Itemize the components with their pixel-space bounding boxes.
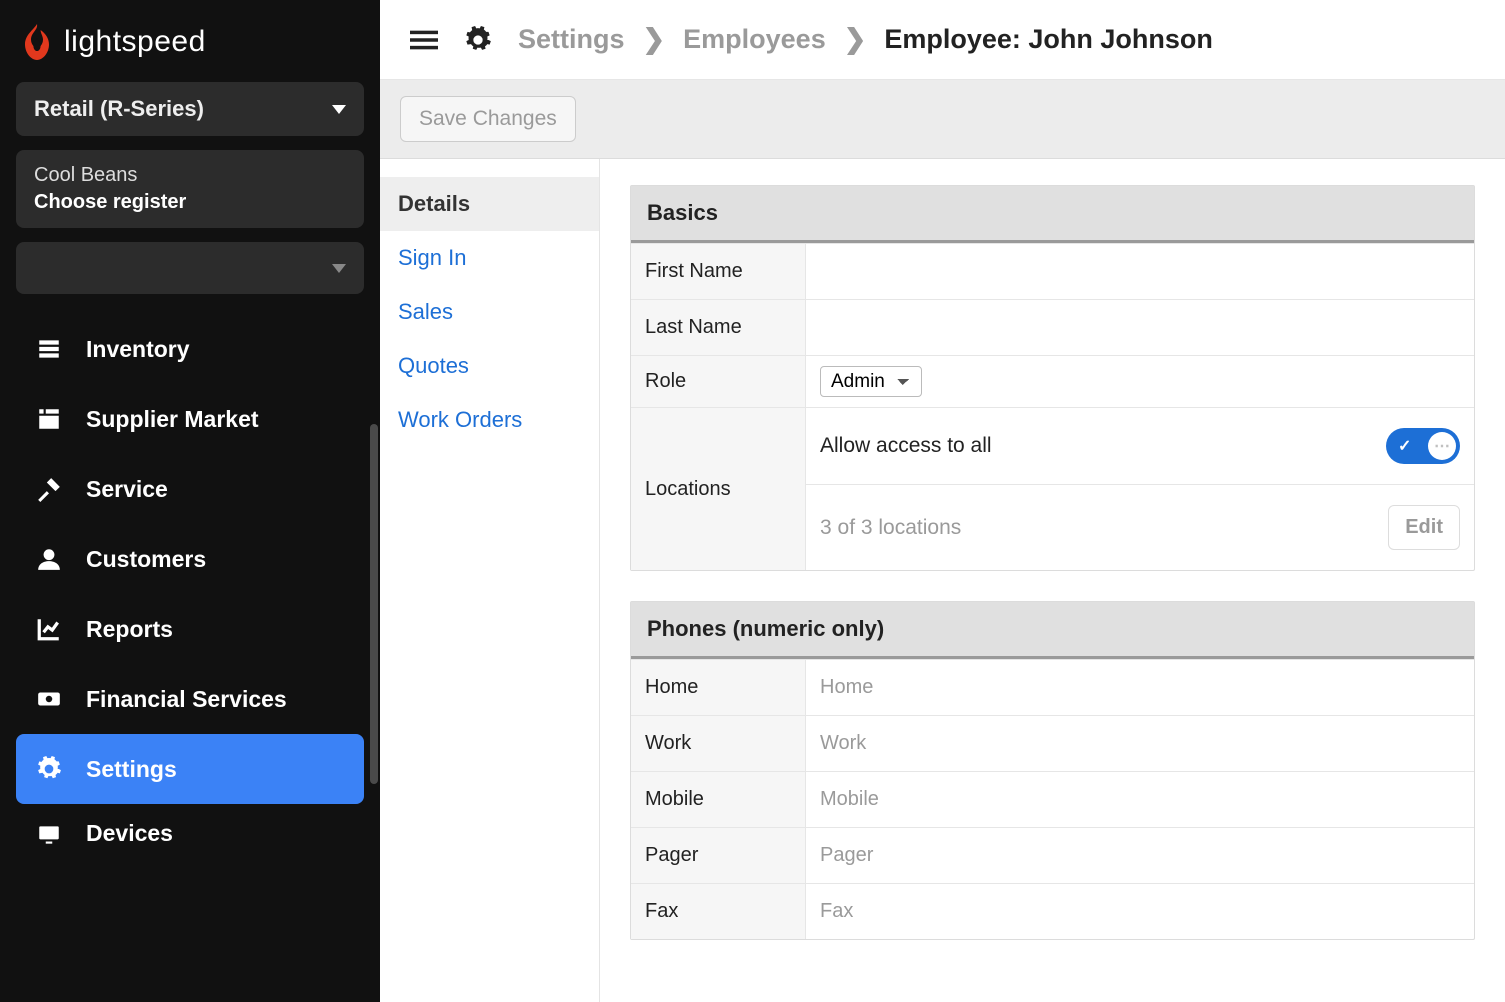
user-icon [34,544,64,574]
phone-input-pager[interactable] [820,838,1460,873]
toggle-knob: ⋯ [1428,432,1456,460]
chevron-right-icon: ❯ [643,24,666,55]
product-selector[interactable]: Retail (R-Series) [16,82,364,136]
nav-label: Settings [86,756,177,783]
nav-service[interactable]: Service [16,454,364,524]
brand-logo: lightspeed [0,10,380,82]
market-icon [34,404,64,434]
breadcrumb-settings[interactable]: Settings [518,24,625,55]
topbar: Settings ❯ Employees ❯ Employee: John Jo… [380,0,1505,80]
sidebar-scrollbar[interactable] [370,424,378,784]
inventory-icon [34,334,64,364]
monitor-icon [34,820,64,850]
subnav-quotes[interactable]: Quotes [380,339,599,393]
phone-label-work: Work [631,716,806,771]
first-name-input[interactable] [820,254,1460,289]
locations-summary: 3 of 3 locations [820,516,961,540]
nav-inventory[interactable]: Inventory [16,314,364,384]
chevron-down-icon [332,105,346,114]
money-icon [34,684,64,714]
nav-settings[interactable]: Settings [16,734,364,804]
nav-label: Supplier Market [86,406,259,433]
breadcrumb-current: Employee: John Johnson [884,24,1213,55]
nav-label: Reports [86,616,173,643]
subnav-workorders[interactable]: Work Orders [380,393,599,447]
breadcrumb-employees[interactable]: Employees [683,24,826,55]
allow-all-label: Allow access to all [820,434,992,458]
nav-label: Customers [86,546,206,573]
hammer-icon [34,474,64,504]
gear-icon[interactable] [464,26,492,54]
phone-label-home: Home [631,660,806,715]
main-area: Settings ❯ Employees ❯ Employee: John Jo… [380,0,1505,1002]
nav-label: Financial Services [86,686,287,713]
last-name-label: Last Name [631,300,806,355]
edit-locations-button[interactable]: Edit [1388,505,1460,550]
nav-customers[interactable]: Customers [16,524,364,594]
hamburger-icon[interactable] [410,26,438,54]
phone-label-fax: Fax [631,884,806,939]
subnav: Details Sign In Sales Quotes Work Orders [380,159,600,1002]
last-name-input[interactable] [820,310,1460,345]
phone-input-home[interactable] [820,670,1460,705]
phone-input-mobile[interactable] [820,782,1460,817]
breadcrumb: Settings ❯ Employees ❯ Employee: John Jo… [518,24,1213,55]
phone-input-fax[interactable] [820,894,1460,929]
check-icon: ✓ [1398,436,1411,456]
locations-label: Locations [631,408,806,570]
chart-icon [34,614,64,644]
role-label: Role [631,356,806,407]
subnav-signin[interactable]: Sign In [380,231,599,285]
basics-heading: Basics [631,186,1474,243]
phone-input-work[interactable] [820,726,1460,761]
shop-name: Cool Beans [34,164,137,187]
product-selector-label: Retail (R-Series) [34,96,204,122]
choose-register-label: Choose register [34,191,186,214]
empty-selector[interactable] [16,242,364,294]
nav-sub-devices[interactable]: Devices [16,804,364,854]
save-changes-button[interactable]: Save Changes [400,96,576,142]
gear-icon [34,754,64,784]
sidebar: lightspeed Retail (R-Series) Cool Beans … [0,0,380,1002]
chevron-down-icon [332,264,346,273]
subnav-sales[interactable]: Sales [380,285,599,339]
phones-panel: Phones (numeric only) Home Work Mobile P… [630,601,1475,940]
chevron-right-icon: ❯ [844,24,867,55]
first-name-label: First Name [631,244,806,299]
phone-label-mobile: Mobile [631,772,806,827]
allow-all-toggle[interactable]: ✓ ⋯ [1386,428,1460,464]
basics-panel: Basics First Name Last Name Role Admin [630,185,1475,571]
nav-reports[interactable]: Reports [16,594,364,664]
role-select[interactable]: Admin [820,366,922,397]
nav-label: Inventory [86,336,190,363]
subnav-details[interactable]: Details [380,177,599,231]
brand-name: lightspeed [64,25,206,59]
register-selector[interactable]: Cool Beans Choose register [16,150,364,228]
phone-label-pager: Pager [631,828,806,883]
phones-heading: Phones (numeric only) [631,602,1474,659]
flame-icon [22,24,52,60]
action-bar: Save Changes [380,80,1505,159]
nav-label: Service [86,476,168,503]
main-nav: Inventory Supplier Market Service Custom… [16,314,364,854]
nav-financial-services[interactable]: Financial Services [16,664,364,734]
nav-supplier-market[interactable]: Supplier Market [16,384,364,454]
